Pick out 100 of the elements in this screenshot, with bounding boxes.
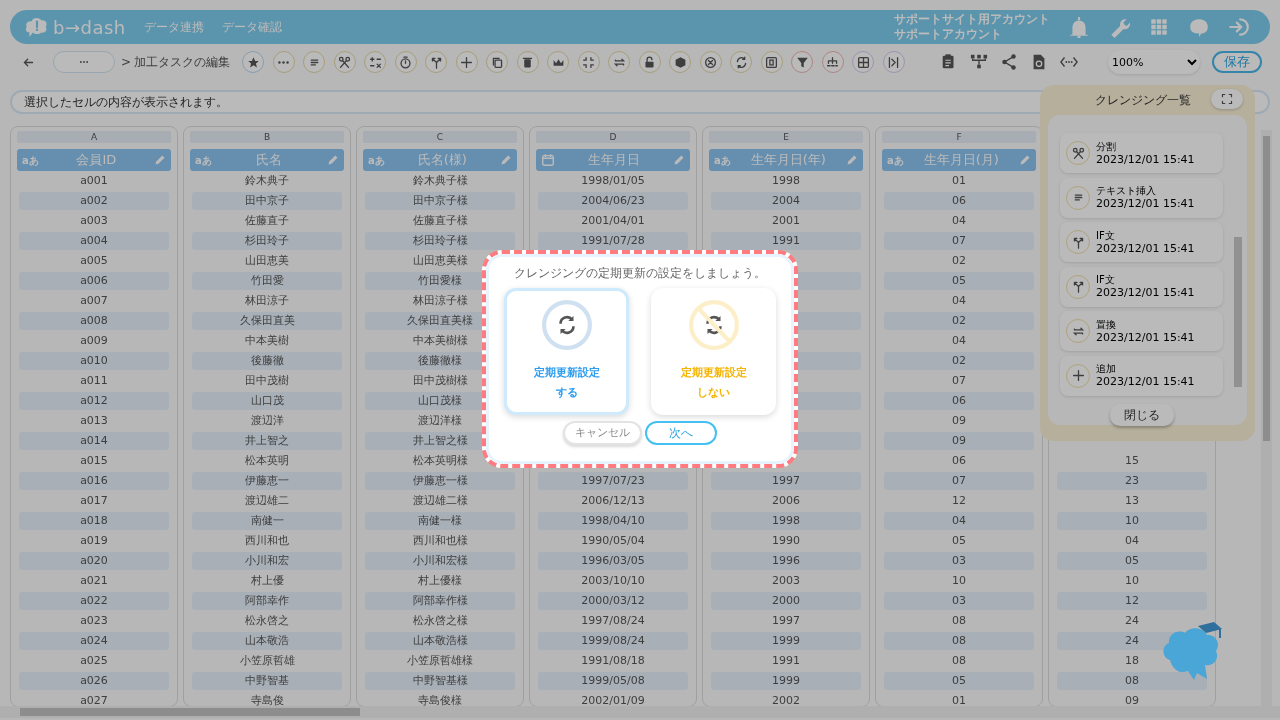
table-cell[interactable]: 田中京子様 [365,192,515,210]
table-cell[interactable]: 小川和宏様 [365,552,515,570]
table-cell[interactable]: 渡辺雄二 [192,491,342,511]
table-cell[interactable]: 山口茂 [192,392,342,410]
scissors-button[interactable] [333,51,356,73]
table-cell[interactable]: 03 [884,552,1034,570]
table-cell[interactable]: 久保田直美 [192,312,342,330]
table-cell[interactable]: 06 [884,392,1034,410]
table-cell[interactable]: 1997/07/23 [538,472,688,490]
table-cell[interactable]: 西川和也 [192,531,342,551]
table-cell[interactable]: 02 [884,352,1034,370]
table-cell[interactable]: a015 [19,451,169,471]
table-cell[interactable]: 04 [884,211,1034,231]
table-cell[interactable]: 杉田玲子様 [365,232,515,250]
table-cell[interactable]: 1996/03/05 [538,552,688,570]
table-cell[interactable]: a016 [19,472,169,490]
cancel-button[interactable]: キャンセル [563,421,642,445]
table-cell[interactable]: 後藤徹 [192,352,342,370]
cleansing-item[interactable]: 置換 2023/12/01 15:41 [1060,311,1223,351]
table-cell[interactable]: 中野智基 [192,672,342,690]
save-button[interactable]: 保存 [1212,51,1262,73]
table-cell[interactable]: 杉田玲子 [192,232,342,250]
table-cell[interactable]: 2000 [711,592,861,610]
table-cell[interactable]: 08 [884,632,1034,650]
option-card[interactable]: 定期更新設定 する [504,288,629,415]
table-cell[interactable]: a008 [19,312,169,330]
table-cell[interactable]: 2003/10/10 [538,571,688,591]
table-cell[interactable]: 田中茂樹 [192,371,342,391]
table-cell[interactable]: 1997 [711,472,861,490]
table-cell[interactable]: 06 [884,451,1034,471]
xcircle-button[interactable] [699,51,722,73]
table-cell[interactable]: 1991/07/28 [538,232,688,250]
share-button[interactable] [1000,53,1018,71]
table-cell[interactable]: 1998 [711,512,861,530]
star-button[interactable] [242,51,265,73]
table-cell[interactable]: 23 [1057,472,1207,490]
table-cell[interactable]: 林田涼子 [192,291,342,311]
table-cell[interactable]: 1990/05/04 [538,531,688,551]
table-cell[interactable]: 05 [1057,552,1207,570]
table-cell[interactable]: 1998/04/10 [538,512,688,530]
trash-button[interactable] [516,51,539,73]
table-cell[interactable]: 小笠原哲雄 [192,651,342,671]
table-cell[interactable]: a011 [19,371,169,391]
tree-button[interactable] [821,51,844,73]
table-cell[interactable]: 阿部幸作様 [365,592,515,610]
table-cell[interactable]: a026 [19,672,169,690]
table-cell[interactable]: 2006/12/13 [538,491,688,511]
table-cell[interactable]: 04 [884,331,1034,351]
table-cell[interactable]: 01 [884,691,1034,707]
branch-button[interactable] [425,51,448,73]
table-cell[interactable]: 10 [1057,512,1207,530]
table-cell[interactable]: 小笠原哲雄様 [365,651,515,671]
table-cell[interactable]: 10 [1057,571,1207,591]
table-cell[interactable]: 村上優 [192,571,342,591]
table-cell[interactable]: 2002 [711,691,861,707]
table-cell[interactable]: 2004 [711,192,861,210]
table-cell[interactable]: a023 [19,611,169,631]
table-cell[interactable]: 南健一 [192,512,342,530]
table-cell[interactable]: 05 [884,272,1034,290]
table-cell[interactable]: 10 [884,571,1034,591]
table-cell[interactable]: 小川和宏 [192,552,342,570]
table-cell[interactable]: 山本敬浩 [192,632,342,650]
lines-button[interactable] [303,51,326,73]
table-cell[interactable]: a009 [19,331,169,351]
table-cell[interactable]: 2000/03/12 [538,592,688,610]
table-cell[interactable]: 佐藤直子様 [365,211,515,231]
table-cell[interactable]: 2001/04/01 [538,211,688,231]
table-cell[interactable]: 04 [884,291,1034,311]
timer-button[interactable] [394,51,417,73]
table-cell[interactable]: a003 [19,211,169,231]
calc-button[interactable] [364,51,387,73]
table-cell[interactable]: 1999/05/08 [538,672,688,690]
crown-button[interactable] [547,51,570,73]
scrollbar-thumb[interactable] [20,708,360,716]
expand-button[interactable] [1211,89,1243,109]
columns-button[interactable] [882,51,905,73]
table-cell[interactable]: a014 [19,432,169,450]
table-cell[interactable]: a004 [19,232,169,250]
table-cell[interactable]: 1997/08/24 [538,611,688,631]
table-cell[interactable]: 02 [884,251,1034,271]
hierarchy-button[interactable] [970,53,988,71]
table-cell[interactable]: 09 [884,432,1034,450]
cleansing-item[interactable]: テキスト挿入 2023/12/01 15:41 [1060,177,1223,218]
table-cell[interactable]: 2003 [711,571,861,591]
table-cell[interactable]: 1999 [711,632,861,650]
table-cell[interactable]: a006 [19,272,169,290]
table-cell[interactable]: 15 [1057,451,1207,471]
table-cell[interactable]: 1998/01/05 [538,171,688,191]
table-cell[interactable]: 09 [884,411,1034,431]
table-cell[interactable]: 伊藤恵一 [192,472,342,490]
table-cell[interactable]: a010 [19,352,169,370]
table-cell[interactable]: 1997 [711,611,861,631]
table-cell[interactable]: 竹田愛 [192,272,342,290]
scrollbar-thumb[interactable] [1263,136,1270,441]
filter-button[interactable] [791,51,814,73]
table-cell[interactable]: 2001 [711,211,861,231]
cube-button[interactable] [669,51,692,73]
table-cell[interactable]: 田中京子 [192,192,342,210]
table-cell[interactable]: 07 [884,472,1034,490]
table-cell[interactable]: 08 [884,651,1034,671]
